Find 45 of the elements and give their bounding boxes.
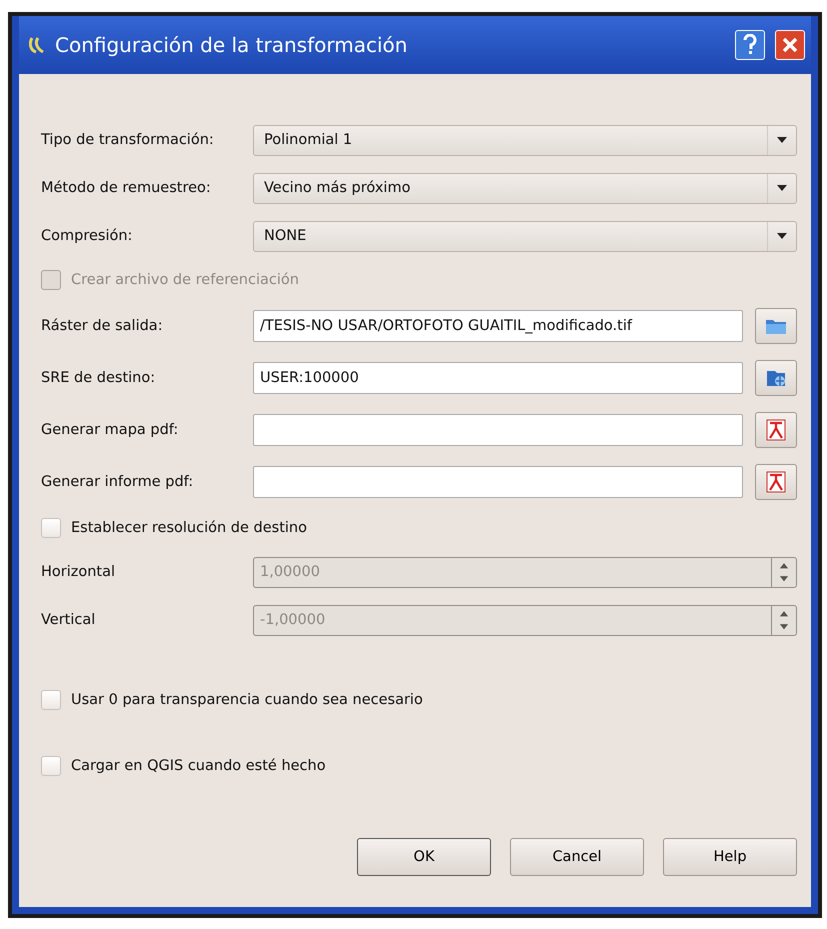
dropdown[interactable]: Polinomial 1: [253, 124, 797, 156]
field-label: Generar mapa pdf:: [41, 422, 180, 438]
browse-button[interactable]: [755, 412, 797, 448]
app-icon: [29, 36, 45, 54]
checkbox[interactable]: [41, 690, 61, 710]
checkbox[interactable]: [41, 518, 61, 538]
dialog-button[interactable]: Help: [663, 838, 797, 876]
folder-icon: [765, 317, 787, 335]
window-title: Configuración de la transformación: [55, 33, 408, 57]
field-label: Horizontal: [41, 564, 116, 580]
field-label: Generar informe pdf:: [41, 474, 194, 490]
caret-icon: [777, 185, 787, 191]
field-label: Tipo de transformación:: [41, 132, 215, 148]
browse-button[interactable]: [755, 360, 797, 396]
close-icon: [781, 36, 799, 54]
browse-button[interactable]: [755, 464, 797, 500]
dropdown[interactable]: Vecino más próximo: [253, 172, 797, 204]
close-button[interactable]: [775, 30, 805, 60]
spin-buttons[interactable]: [771, 604, 797, 636]
input-field[interactable]: USER:100000: [253, 362, 743, 394]
field-label: SRE de destino:: [41, 370, 156, 386]
pdf-icon: [766, 471, 786, 493]
globe-icon: [765, 368, 787, 388]
help-button[interactable]: [735, 30, 765, 60]
checkbox-label: Cargar en QGIS cuando esté hecho: [71, 758, 326, 774]
field-label: Vertical: [41, 612, 96, 628]
spin-buttons[interactable]: [771, 556, 797, 588]
input-field[interactable]: [253, 414, 743, 446]
caret-icon: [777, 233, 787, 239]
checkbox[interactable]: [41, 756, 61, 776]
checkbox-label: Establecer resolución de destino: [71, 520, 307, 536]
input-field[interactable]: /TESIS-NO USAR/ORTOFOTO GUAITIL_modificado.tif: [253, 310, 743, 342]
dialog-button[interactable]: Cancel: [510, 838, 644, 876]
dropdown[interactable]: NONE: [253, 220, 797, 252]
browse-button[interactable]: [755, 308, 797, 344]
field-label: Método de remuestreo:: [41, 180, 212, 196]
checkbox-label: Usar 0 para transparencia cuando sea necesario: [71, 692, 423, 708]
field-label: Ráster de salida:: [41, 318, 164, 334]
input-field[interactable]: [253, 466, 743, 498]
caret-icon: [777, 137, 787, 143]
checkbox-label: Crear archivo de referenciación: [71, 272, 299, 288]
field-label: Compresión:: [41, 228, 134, 244]
pdf-icon: [766, 419, 786, 441]
dialog-button[interactable]: OK: [357, 838, 491, 876]
help-icon: [742, 34, 758, 56]
